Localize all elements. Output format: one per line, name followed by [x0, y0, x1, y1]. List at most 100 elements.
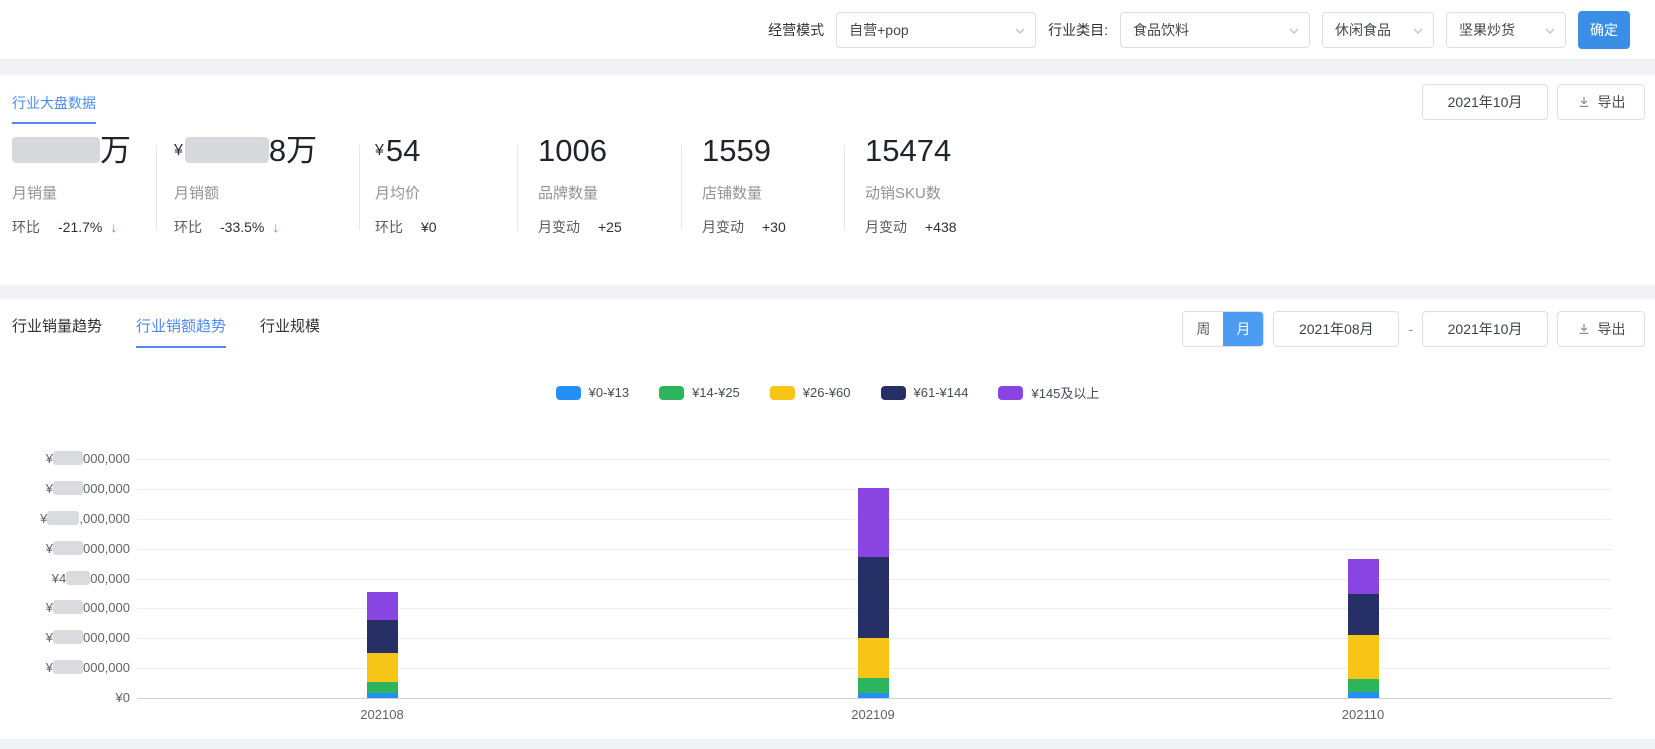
mode-select-value: 自营+pop — [849, 21, 909, 38]
legend-item[interactable]: ¥26-¥60 — [769, 383, 851, 402]
divider — [359, 145, 360, 230]
y-axis-label: ¥0 — [115, 690, 130, 705]
chevron-down-icon — [1545, 28, 1555, 34]
censored-digits — [53, 451, 83, 466]
divider — [681, 145, 682, 230]
tab-sales-trend[interactable]: 行业销额趋势 — [136, 315, 227, 348]
category-l2-select[interactable]: 休闲食品 — [1322, 11, 1434, 48]
legend-label: ¥0-¥13 — [588, 385, 630, 400]
divider — [517, 145, 518, 230]
legend-item[interactable]: ¥14-¥25 — [659, 383, 740, 402]
bar-segment-202108[interactable] — [366, 620, 398, 653]
bar-segment-202108[interactable] — [366, 652, 398, 682]
toggle-month[interactable]: 月 — [1223, 312, 1264, 346]
overview-export-button[interactable]: 导出 — [1557, 84, 1645, 120]
legend-swatch — [659, 385, 685, 400]
censored-digits — [66, 570, 91, 585]
category-label: 行业类目: — [1048, 21, 1108, 38]
tab-volume-trend[interactable]: 行业销量趋势 — [12, 315, 102, 348]
censored-digits — [53, 660, 83, 675]
stat-label: 月销额 — [174, 185, 220, 202]
legend-item[interactable]: ¥61-¥144 — [880, 383, 969, 402]
export-label: 导出 — [1597, 321, 1626, 337]
y-axis-label: ¥000,000 — [45, 451, 130, 467]
overview-month-picker[interactable]: 2021年10月 — [1422, 84, 1548, 120]
legend-swatch — [555, 385, 581, 400]
category-l2-value: 休闲食品 — [1335, 21, 1391, 38]
x-axis-label: 202109 — [851, 707, 895, 722]
down-arrow-icon: ↓ — [110, 219, 118, 235]
legend-label: ¥145及以上 — [1031, 386, 1100, 401]
legend-label: ¥26-¥60 — [802, 385, 851, 400]
stat-sub: 月变动 +30 — [702, 219, 786, 235]
mode-label: 经营模式 — [768, 21, 825, 38]
bar-segment-202110[interactable] — [1347, 593, 1379, 636]
trend-export-button[interactable]: 导出 — [1557, 311, 1645, 347]
stat-value: 15474 — [865, 133, 952, 168]
category-l1-value: 食品饮料 — [1133, 21, 1189, 38]
bar-segment-202110[interactable] — [1347, 635, 1379, 679]
stat-value: ¥54 — [375, 133, 421, 168]
tab-industry-scale[interactable]: 行业规模 — [260, 315, 320, 348]
bar-segment-202109[interactable] — [857, 488, 889, 558]
y-axis-label: ¥ ,000,000 — [40, 510, 130, 526]
censored-digits — [53, 481, 83, 496]
bar-segment-202110[interactable] — [1347, 692, 1379, 698]
y-axis-label: ¥000,000 — [45, 600, 130, 616]
bar-segment-202108[interactable] — [366, 692, 398, 698]
x-axis-label: 202108 — [360, 707, 404, 722]
legend-swatch — [880, 385, 906, 400]
stat-label: 品牌数量 — [538, 185, 599, 202]
download-icon — [1579, 96, 1588, 107]
x-axis-label: 202110 — [1341, 707, 1385, 722]
stat-value: 1006 — [538, 133, 607, 168]
export-label: 导出 — [1597, 94, 1626, 110]
filter-bar: 经营模式 自营+pop 行业类目: 食品饮料 休闲食品 坚果炒货 确定 — [0, 0, 1655, 60]
bar-segment-202108[interactable] — [366, 681, 398, 693]
period-toggle: 周 月 — [1182, 311, 1265, 347]
bar-segment-202109[interactable] — [857, 637, 889, 678]
date-to-picker[interactable]: 2021年10月 — [1422, 311, 1548, 347]
stat-sub: 环比 -21.7% ↓ — [12, 219, 118, 235]
toggle-week[interactable]: 周 — [1183, 312, 1224, 346]
bar-segment-202108[interactable] — [366, 592, 398, 621]
stat-value: ¥8万 — [174, 133, 318, 168]
gridline — [137, 459, 1612, 461]
chevron-down-icon — [1289, 28, 1299, 34]
bar-segment-202109[interactable] — [857, 692, 889, 698]
stat-monthly-volume: 万 月销量 环比 -21.7% ↓ — [12, 130, 156, 290]
divider — [844, 145, 845, 230]
legend-item[interactable]: ¥145及以上 — [998, 383, 1099, 402]
category-l1-select[interactable]: 食品饮料 — [1120, 11, 1310, 48]
legend-swatch — [769, 385, 795, 400]
divider — [156, 145, 157, 230]
date-from-picker[interactable]: 2021年08月 — [1273, 311, 1400, 347]
y-axis-label: ¥000,000 — [45, 660, 130, 676]
confirm-button[interactable]: 确定 — [1578, 10, 1630, 49]
bar-segment-202109[interactable] — [857, 678, 889, 693]
y-axis-label: ¥000,000 — [45, 540, 130, 556]
censored-value — [184, 137, 269, 163]
legend-swatch — [998, 385, 1024, 400]
bar-segment-202110[interactable] — [1347, 678, 1379, 693]
download-icon — [1579, 323, 1588, 334]
stat-label: 动销SKU数 — [865, 185, 941, 202]
stat-label: 店铺数量 — [702, 185, 763, 202]
tab-industry-overview[interactable]: 行业大盘数据 — [12, 93, 96, 124]
mode-select[interactable]: 自营+pop — [836, 11, 1037, 48]
legend-label: ¥61-¥144 — [913, 385, 969, 400]
stat-value: 1559 — [702, 133, 771, 168]
stat-sub: 月变动 +25 — [538, 219, 622, 235]
chevron-down-icon — [1413, 28, 1423, 34]
chevron-down-icon — [1015, 28, 1025, 34]
stat-store-count: 1559 店铺数量 月变动 +30 — [702, 130, 832, 290]
legend-label: ¥14-¥25 — [692, 385, 740, 400]
bar-segment-202110[interactable] — [1347, 559, 1379, 594]
bar-segment-202109[interactable] — [857, 557, 889, 638]
chart-legend: ¥0-¥13 ¥14-¥25 ¥26-¥60 ¥61-¥144 ¥145及以上 — [0, 383, 1655, 402]
legend-item[interactable]: ¥0-¥13 — [555, 383, 630, 402]
overview-panel: 行业大盘数据 2021年10月 导出 万 月销量 环比 -21.7% ↓ ¥8万 月… — [0, 75, 1655, 285]
censored-value — [12, 137, 100, 163]
category-l3-select[interactable]: 坚果炒货 — [1446, 11, 1566, 48]
date-range-separator: - — [1408, 321, 1413, 337]
